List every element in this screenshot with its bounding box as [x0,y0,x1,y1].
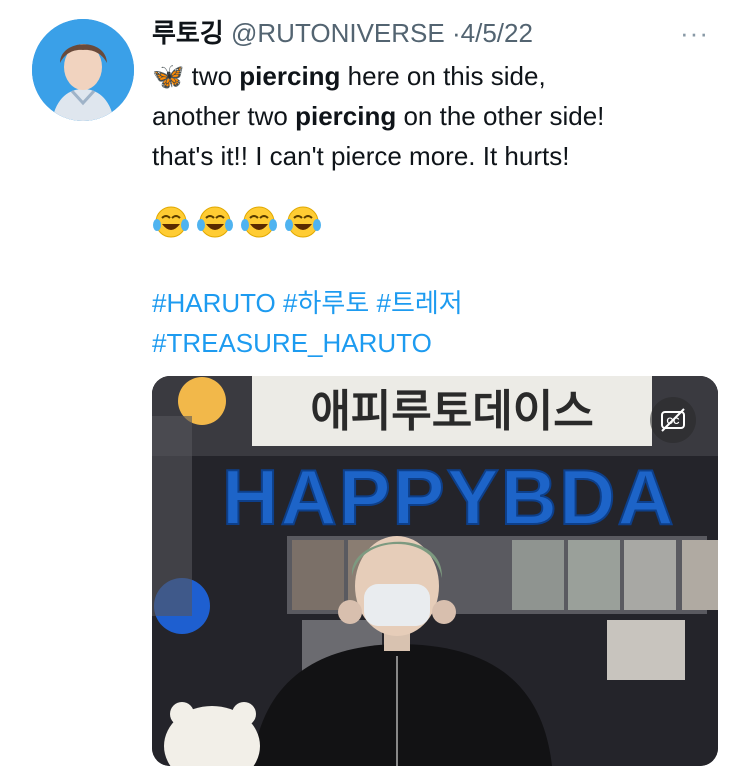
hashtag-link[interactable]: #트레저 [376,288,462,318]
avatar[interactable] [32,19,134,121]
emoji-row [152,203,322,241]
hashtag-link[interactable]: #하루토 [283,288,369,318]
tweet-text: 🦋 two piercing here on this side, anothe… [152,56,722,176]
tears-of-joy-emoji [197,206,233,238]
closed-captions-off-icon[interactable]: CC [650,397,696,443]
more-options-icon[interactable]: ··· [680,18,709,49]
sign-text: 애피루토데이스 [310,386,593,437]
tweet-date[interactable]: 4/5/22 [461,18,533,48]
hashtag-line-2: #TREASURE_HARUTO [152,323,463,363]
display-name[interactable]: 루토깅 [152,18,224,48]
hashtags: #HARUTO #하루토 #트레저 #TREASURE_HARUTO [152,283,463,363]
bold-keyword: piercing [239,61,341,91]
tears-of-joy-emoji [153,206,189,238]
tweet-header: 루토깅 @RUTONIVERSE ·4/5/22 [152,16,533,50]
hashtag-link[interactable]: #HARUTO [152,288,276,318]
bold-keyword: piercing [295,101,397,131]
tears-of-joy-emoji [241,206,277,238]
tweet-line-2: another two piercing on the other side! [152,96,722,136]
avatar-image [32,19,134,121]
video-thumbnail: 애피루토데이스 HAPPYBDA [152,376,718,766]
tweet-line-3: that's it!! I can't pierce more. It hurt… [152,141,570,171]
video-media[interactable]: 애피루토데이스 HAPPYBDA [152,376,718,766]
text-segment: another two [152,101,296,131]
tweet-line-1: 🦋 two piercing here on this side, [152,56,722,96]
hashtag-link[interactable]: #TREASURE_HARUTO [152,328,432,358]
butterfly-emoji: 🦋 [152,61,185,91]
text-segment: two [184,61,240,91]
user-handle[interactable]: @RUTONIVERSE [231,18,445,48]
text-segment: here on this side, [340,61,546,91]
tears-of-joy-emoji [285,206,321,238]
balloon-letters: HAPPYBDA [222,453,676,541]
cc-glyph: CC [661,408,685,432]
text-segment: on the other side! [396,101,605,131]
separator-dot: · [451,18,461,48]
hashtag-line-1: #HARUTO #하루토 #트레저 [152,283,463,323]
